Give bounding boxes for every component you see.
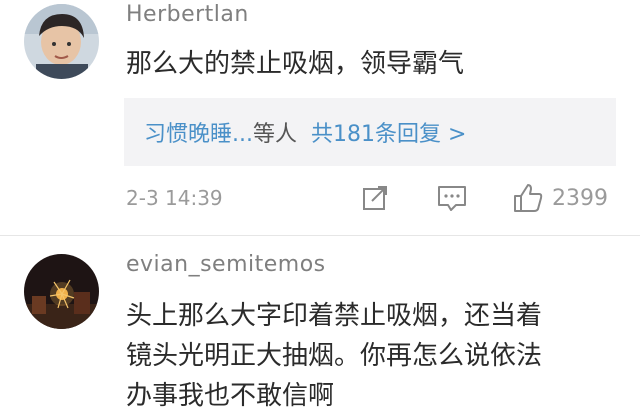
comment-text: 那么大的禁止吸烟，领导霸气 (126, 49, 465, 79)
share-button[interactable] (360, 180, 390, 216)
reply-authors[interactable]: 习惯晚睡... (144, 116, 253, 148)
comment-reply-icon (438, 186, 466, 211)
replies-preview[interactable]: 习惯晚睡... 等人 共181条回复 > (124, 98, 616, 166)
divider (0, 235, 640, 236)
username[interactable]: Herbertlan (126, 2, 249, 27)
comment-line: 办事我也不敢信啊 (126, 381, 335, 411)
reply-button[interactable] (436, 180, 468, 216)
avatar[interactable] (24, 254, 99, 329)
comment-line: 头上那么大字印着禁止吸烟，还当着 (126, 301, 543, 331)
reply-count-link[interactable]: 共181条回复 > (311, 116, 466, 148)
comment-line: 镜头光明正大抽烟。你再怎么说依法 (126, 341, 543, 371)
avatar[interactable] (24, 4, 99, 79)
timestamp: 2-3 14:39 (126, 186, 223, 210)
comment-item: evian_semitemos 头上那么大字印着禁止吸烟，还当着 镜头光明正大抽… (0, 238, 640, 420)
reply-suffix: 等人 (252, 122, 297, 147)
thumbs-up-icon (514, 184, 543, 212)
like-button[interactable]: 2399 (512, 180, 608, 216)
share-icon (363, 186, 387, 210)
username[interactable]: evian_semitemos (126, 252, 326, 277)
comment-text: 头上那么大字印着禁止吸烟，还当着 镜头光明正大抽烟。你再怎么说依法 办事我也不敢… (126, 296, 626, 416)
like-count: 2399 (552, 185, 608, 211)
comment-item: Herbertlan 那么大的禁止吸烟，领导霸气 习惯晚睡... 等人 共181… (0, 0, 640, 236)
